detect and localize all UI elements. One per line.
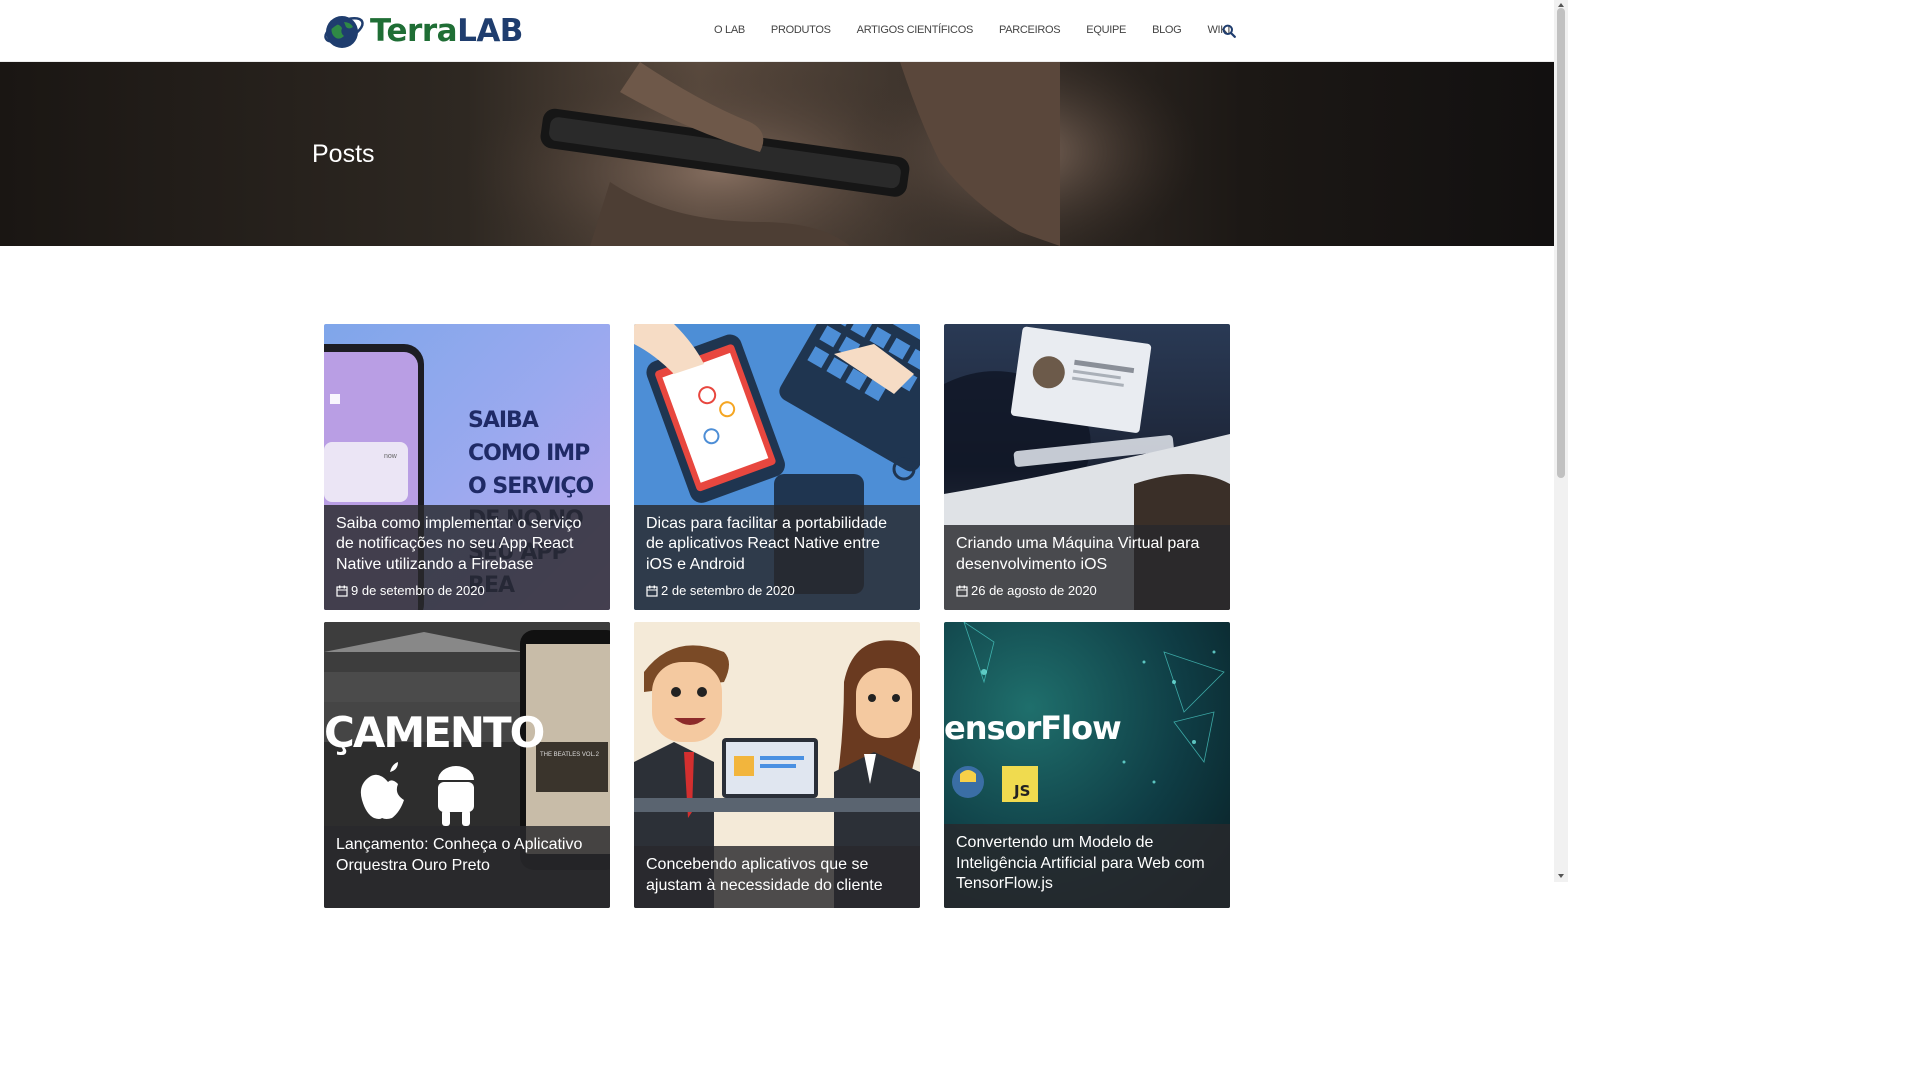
post-title[interactable]: Saiba como implementar o serviço de noti… [336,514,598,576]
svg-text:THE BEATLES VOL.2: THE BEATLES VOL.2 [540,752,600,758]
post-caption: Dicas para facilitar a portabilidade de … [634,504,920,610]
logo-text-terra: Terra [370,13,458,49]
page-title: Posts [312,140,375,168]
svg-text:JS: JS [1013,782,1030,800]
post-card[interactable]: Dicas para facilitar a portabilidade de … [634,324,920,610]
scrollbar-thumb[interactable] [1557,8,1565,478]
post-date: 2 de setembro de 2020 [646,583,908,598]
post-caption: Criando uma Máquina Virtual para desenvo… [944,525,1230,610]
scroll-down-arrow-icon[interactable] [1557,872,1565,880]
post-card[interactable]: Criando uma Máquina Virtual para desenvo… [944,324,1230,610]
post-date: 26 de agosto de 2020 [956,583,1218,598]
post-date-text: 9 de setembro de 2020 [351,583,485,598]
post-title[interactable]: Dicas para facilitar a portabilidade de … [646,514,908,576]
post-caption: Lançamento: Conheça o Aplicativo Orquest… [324,826,610,908]
nav-item-artigos-cientificos[interactable]: ARTIGOS CIENTÍFICOS [857,24,974,36]
post-thumbnail-text: ensorFlow [944,709,1122,747]
nav-item-produtos[interactable]: PRODUTOS [771,24,831,36]
post-title[interactable]: Convertendo um Modelo de Inteligência Ar… [956,833,1218,895]
nav-item-blog[interactable]: BLOG [1152,24,1182,36]
hero-banner: Posts [0,62,1554,246]
search-icon[interactable] [1222,24,1236,38]
post-date-text: 26 de agosto de 2020 [971,583,1097,598]
post-title[interactable]: Concebendo aplicativos que se ajustam à … [646,855,908,896]
globe-icon [324,16,364,48]
calendar-icon [336,585,348,597]
post-date: 9 de setembro de 2020 [336,583,598,598]
post-date-text: 2 de setembro de 2020 [661,583,795,598]
logo-text-lab: LAB [457,13,523,49]
post-title[interactable]: Criando uma Máquina Virtual para desenvo… [956,534,1218,575]
page-scrollbar[interactable] [1554,0,1568,882]
post-title[interactable]: Lançamento: Conheça o Aplicativo Orquest… [336,835,598,876]
calendar-icon [646,585,658,597]
post-caption: Concebendo aplicativos que se ajustam à … [634,846,920,908]
post-card[interactable]: JS ensorFlow Convertendo um Modelo de In… [944,622,1230,908]
post-card[interactable]: THE BEATLES VOL.2 ÇAMENTO Lançamento: Co… [324,622,610,908]
post-caption: Convertendo um Modelo de Inteligência Ar… [944,824,1230,908]
logo-text: TerraLAB [370,12,523,50]
post-card[interactable]: now SAIBA COMO IMP O SERVIÇO DE NO NO SE… [324,324,610,610]
post-thumbnail-text: ÇAMENTO [324,708,545,757]
post-caption: Saiba como implementar o serviço de noti… [324,504,610,610]
svg-text:now: now [384,453,398,460]
post-card[interactable]: Concebendo aplicativos que se ajustam à … [634,622,920,908]
calendar-icon [956,585,968,597]
main-nav: O LAB PRODUTOS ARTIGOS CIENTÍFICOS PARCE… [714,24,1256,36]
hero-background-image [460,62,1200,246]
terralab-logo[interactable]: TerraLAB [322,12,523,50]
nav-item-o-lab[interactable]: O LAB [714,24,745,36]
nav-item-parceiros[interactable]: PARCEIROS [999,24,1061,36]
nav-item-equipe[interactable]: EQUIPE [1086,24,1126,36]
site-header: TerraLAB O LAB PRODUTOS ARTIGOS CIENTÍFI… [0,0,1554,62]
